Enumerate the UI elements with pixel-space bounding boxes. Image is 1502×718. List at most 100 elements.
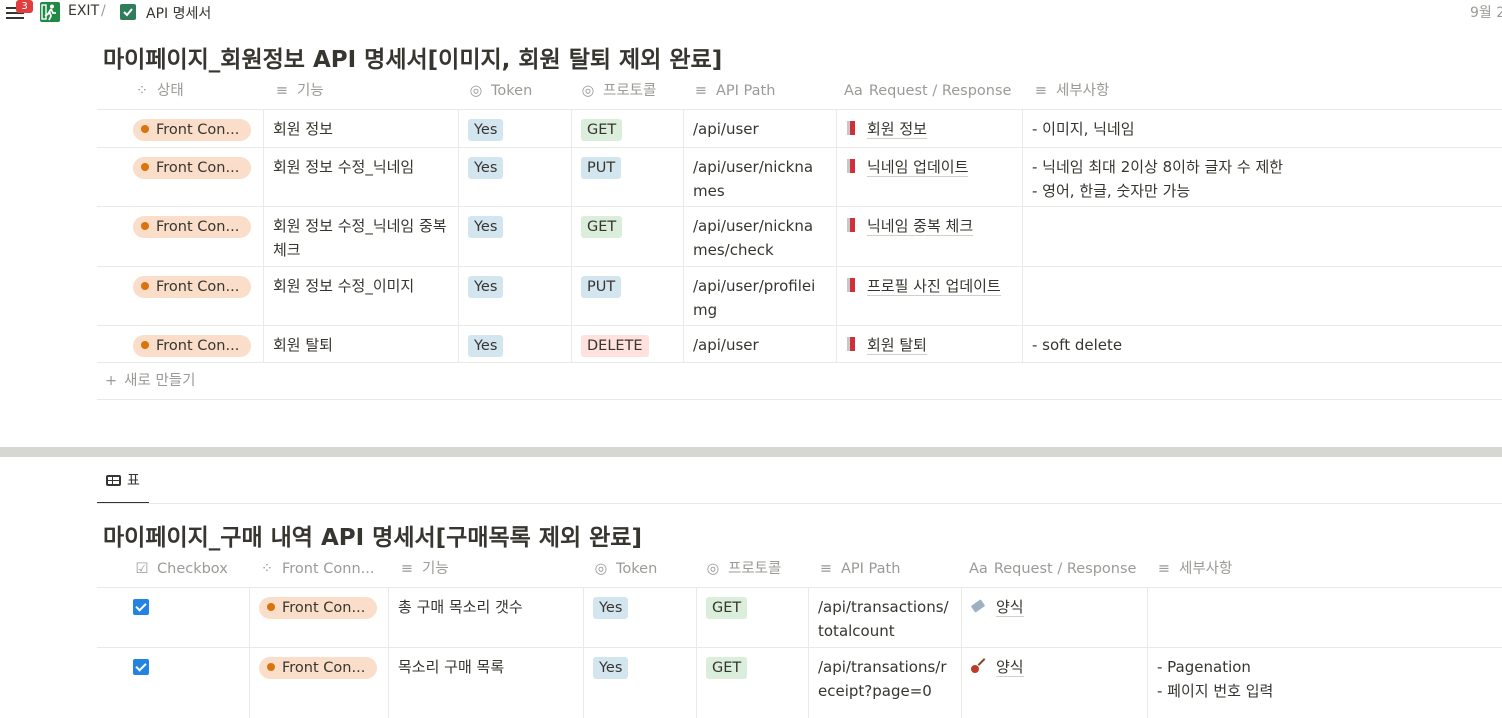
api-path-cell[interactable]: /api/user bbox=[683, 326, 836, 362]
section2-title: 마이페이지_구매 내역 API 명세서[구매목록 제외 완료] bbox=[103, 525, 642, 551]
status-cell: Front Con... bbox=[97, 326, 263, 362]
status-cell: Front Con... bbox=[97, 207, 263, 266]
row-checkbox[interactable] bbox=[133, 659, 149, 675]
detail-cell[interactable] bbox=[1022, 207, 1502, 266]
feature-cell[interactable]: 회원 탈퇴 bbox=[263, 326, 458, 362]
request-cell: 양식 bbox=[961, 648, 1147, 718]
header-request-response[interactable]: Aa Request / Response bbox=[844, 73, 1024, 109]
detail-cell[interactable] bbox=[1147, 588, 1502, 647]
token-tag[interactable]: Yes bbox=[468, 119, 504, 141]
detail-cell[interactable]: - Pagenation - 페이지 번호 입력 bbox=[1147, 648, 1502, 718]
status-tag[interactable]: Front Con... bbox=[259, 657, 378, 679]
new-row-button[interactable]: + 새로 만들기 bbox=[97, 363, 1502, 400]
token-tag[interactable]: Yes bbox=[468, 335, 504, 357]
header-detail[interactable]: ≡ 세부사항 bbox=[1032, 73, 1232, 109]
text-lines-icon: ≡ bbox=[1034, 83, 1048, 99]
table-row[interactable]: Front Con... 회원 정보 수정_이미지 Yes PUT /api/u… bbox=[97, 267, 1502, 326]
status-dot-icon bbox=[267, 603, 275, 611]
breadcrumb-api-spec[interactable]: API 명세서 bbox=[146, 3, 211, 23]
api-path-cell[interactable]: /api/transactions/totalcount bbox=[808, 588, 961, 647]
feature-cell[interactable]: 목소리 구매 목록 bbox=[388, 648, 583, 718]
request-link[interactable]: 회원 정보 bbox=[867, 120, 927, 139]
token-tag[interactable]: Yes bbox=[468, 216, 504, 238]
header-detail[interactable]: ≡ 세부사항 bbox=[1155, 551, 1355, 587]
request-cell: 닉네임 업데이트 bbox=[836, 148, 1022, 206]
token-tag[interactable]: Yes bbox=[593, 657, 629, 679]
request-link[interactable]: 닉네임 중복 체크 bbox=[867, 217, 974, 236]
token-cell: Yes bbox=[583, 588, 696, 647]
protocol-tag[interactable]: GET bbox=[581, 119, 623, 141]
token-tag[interactable]: Yes bbox=[468, 276, 504, 298]
detail-cell[interactable]: - 닉네임 최대 2이상 8이하 글자 수 제한 - 영어, 한글, 숫자만 가능 bbox=[1022, 148, 1502, 206]
protocol-tag[interactable]: GET bbox=[706, 597, 748, 619]
header-api-path[interactable]: ≡ API Path bbox=[692, 73, 832, 109]
request-link[interactable]: 닉네임 업데이트 bbox=[867, 158, 969, 177]
protocol-tag[interactable]: PUT bbox=[581, 157, 622, 179]
feature-cell[interactable]: 회원 정보 bbox=[263, 110, 458, 147]
table-header: ⁘ 상태 ≡ 기능 ◎ Token ◎ 프로토콜 ≡ API Path Aa Request… bbox=[97, 73, 1502, 110]
api-path-cell[interactable]: /api/user/nicknames bbox=[683, 148, 836, 206]
status-tag[interactable]: Front Con... bbox=[133, 335, 252, 357]
feature-cell[interactable]: 총 구매 목소리 갯수 bbox=[388, 588, 583, 647]
status-tag[interactable]: Front Con... bbox=[259, 597, 378, 619]
header-checkbox[interactable]: ☑ Checkbox bbox=[133, 551, 253, 587]
token-cell: Yes bbox=[458, 326, 571, 362]
detail-cell[interactable]: - 이미지, 닉네임 bbox=[1022, 110, 1502, 147]
header-token[interactable]: ◎ Token bbox=[592, 551, 692, 587]
detail-cell[interactable]: - soft delete bbox=[1022, 326, 1502, 362]
header-feature[interactable]: ≡ 기능 bbox=[398, 551, 578, 587]
request-link[interactable]: 회원 탈퇴 bbox=[867, 336, 927, 355]
section-divider bbox=[0, 447, 1502, 457]
header-protocol[interactable]: ◎ 프로토콜 bbox=[579, 73, 689, 109]
status-tag[interactable]: Front Con... bbox=[133, 276, 252, 298]
feature-cell[interactable]: 회원 정보 수정_닉네임 중복 체크 bbox=[263, 207, 458, 266]
checkbox-cell bbox=[97, 648, 249, 718]
breadcrumb-exit[interactable]: EXIT bbox=[68, 3, 99, 19]
token-cell: Yes bbox=[458, 148, 571, 206]
status-cell: Front Con... bbox=[97, 267, 263, 325]
header-request-response[interactable]: Aa Request / Response bbox=[969, 551, 1149, 587]
request-cell: 프로필 사진 업데이트 bbox=[836, 267, 1022, 325]
api-path-cell[interactable]: /api/user/nicknames/check bbox=[683, 207, 836, 266]
table-row[interactable]: Front Con... 회원 정보 수정_닉네임 중복 체크 Yes GET … bbox=[97, 207, 1502, 267]
feature-cell[interactable]: 회원 정보 수정_이미지 bbox=[263, 267, 458, 325]
table-row[interactable]: Front Con... 총 구매 목소리 갯수 Yes GET /api/tr… bbox=[97, 588, 1502, 648]
header-api-path[interactable]: ≡ API Path bbox=[817, 551, 957, 587]
status-tag[interactable]: Front Con... bbox=[133, 119, 252, 141]
request-link[interactable]: 양식 bbox=[996, 598, 1024, 617]
protocol-tag[interactable]: GET bbox=[706, 657, 748, 679]
table-row[interactable]: Front Con... 회원 탈퇴 Yes DELETE /api/user … bbox=[97, 326, 1502, 363]
protocol-tag[interactable]: DELETE bbox=[581, 335, 649, 357]
detail-cell[interactable] bbox=[1022, 267, 1502, 325]
header-status[interactable]: ⁘ 상태 bbox=[133, 73, 263, 109]
status-tag[interactable]: Front Con... bbox=[133, 157, 252, 179]
protocol-tag[interactable]: GET bbox=[581, 216, 623, 238]
protocol-cell: GET bbox=[696, 648, 808, 718]
protocol-cell: PUT bbox=[571, 267, 683, 325]
row-checkbox[interactable] bbox=[133, 599, 149, 615]
token-tag[interactable]: Yes bbox=[593, 597, 629, 619]
request-cell: 회원 탈퇴 bbox=[836, 326, 1022, 362]
table-row[interactable]: Front Con... 목소리 구매 목록 Yes GET /api/tran… bbox=[97, 648, 1502, 718]
header-front-status[interactable]: ⁘ Front Conn... bbox=[258, 551, 383, 587]
api-path-cell[interactable]: /api/user bbox=[683, 110, 836, 147]
request-link[interactable]: 프로필 사진 업데이트 bbox=[867, 277, 1001, 296]
protocol-tag[interactable]: PUT bbox=[581, 276, 622, 298]
status-tag[interactable]: Front Con... bbox=[133, 216, 252, 238]
header-protocol[interactable]: ◎ 프로토콜 bbox=[704, 551, 814, 587]
request-cell: 양식 bbox=[961, 588, 1147, 647]
status-dot-icon bbox=[141, 163, 149, 171]
tab-table-view[interactable]: 표 bbox=[97, 466, 149, 504]
table-row[interactable]: Front Con... 회원 정보 Yes GET /api/user 회원 … bbox=[97, 110, 1502, 148]
protocol-cell: DELETE bbox=[571, 326, 683, 362]
table-row[interactable]: Front Con... 회원 정보 수정_닉네임 Yes PUT /api/u… bbox=[97, 148, 1502, 207]
header-token[interactable]: ◎ Token bbox=[467, 73, 577, 109]
request-link[interactable]: 양식 bbox=[996, 658, 1024, 677]
header-feature[interactable]: ≡ 기능 bbox=[273, 73, 458, 109]
feature-cell[interactable]: 회원 정보 수정_닉네임 bbox=[263, 148, 458, 206]
title-aa-icon: Aa bbox=[969, 561, 988, 577]
status-cell: Front Con... bbox=[249, 648, 388, 718]
api-path-cell[interactable]: /api/user/profileimg bbox=[683, 267, 836, 325]
token-tag[interactable]: Yes bbox=[468, 157, 504, 179]
api-path-cell[interactable]: /api/transations/receipt?page=0 bbox=[808, 648, 961, 718]
